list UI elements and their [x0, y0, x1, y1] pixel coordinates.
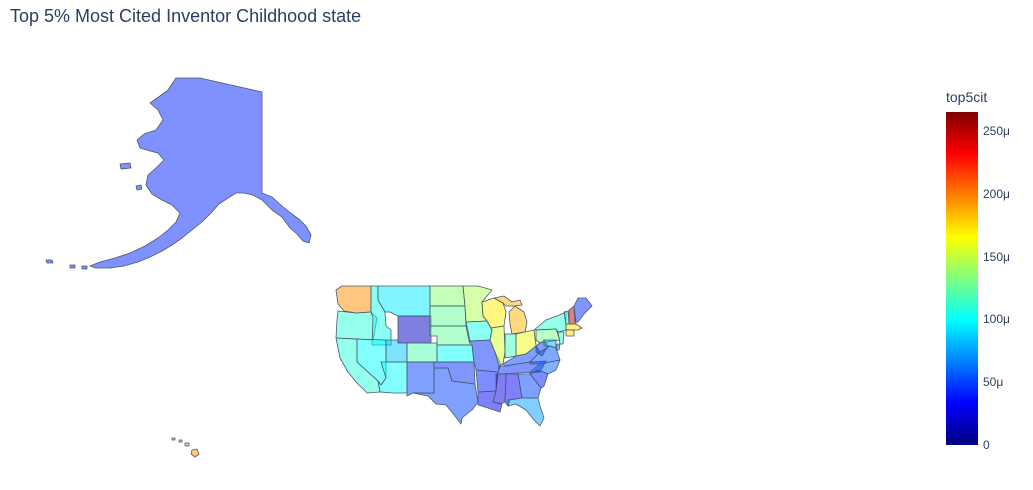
state-NJ[interactable]: [557, 331, 565, 345]
state-AK-island[interactable]: [45, 259, 54, 264]
state-IA[interactable]: [465, 320, 493, 342]
state-AK-island[interactable]: [135, 184, 143, 191]
state-AK-island[interactable]: [69, 264, 76, 269]
state-UT[interactable]: [385, 339, 408, 363]
colorbar: [946, 112, 978, 445]
colorbar-tick: 200μ: [983, 186, 1010, 201]
state-HI-island[interactable]: [171, 437, 176, 441]
state-FL[interactable]: [507, 397, 545, 427]
state-IN[interactable]: [504, 333, 517, 359]
state-CO[interactable]: [406, 342, 438, 363]
state-WA[interactable]: [335, 285, 372, 314]
state-AK-island[interactable]: [81, 265, 88, 270]
colorbar-tick: 150μ: [983, 249, 1010, 264]
colorbar-tick: 100μ: [983, 312, 1010, 327]
state-AR[interactable]: [475, 369, 499, 393]
state-WY[interactable]: [397, 315, 432, 344]
us-choropleth-map: [45, 77, 593, 458]
state-MT[interactable]: [377, 285, 431, 317]
state-HI[interactable]: [190, 448, 200, 458]
state-MA[interactable]: [565, 323, 583, 331]
state-DE[interactable]: [555, 343, 561, 351]
state-SD[interactable]: [429, 305, 467, 327]
state-NY[interactable]: [533, 311, 567, 333]
state-AK[interactable]: [89, 77, 312, 269]
state-HI-island[interactable]: [184, 442, 190, 447]
state-CT[interactable]: [565, 329, 575, 337]
state-ND[interactable]: [429, 285, 466, 307]
colorbar-tick: 0: [983, 438, 990, 452]
state-OR[interactable]: [335, 310, 378, 341]
state-shapes: [45, 77, 593, 458]
colorbar-title: top5cit: [946, 89, 988, 105]
state-NM[interactable]: [406, 361, 435, 397]
state-AK-island[interactable]: [119, 162, 132, 170]
state-ME[interactable]: [573, 297, 593, 323]
state-HI-island[interactable]: [178, 439, 183, 443]
state-MI[interactable]: [508, 305, 528, 335]
colorbar-tick: 50μ: [983, 375, 1004, 390]
colorbar-tick: 250μ: [983, 123, 1010, 138]
state-NE[interactable]: [429, 325, 471, 346]
state-KS[interactable]: [436, 344, 475, 363]
